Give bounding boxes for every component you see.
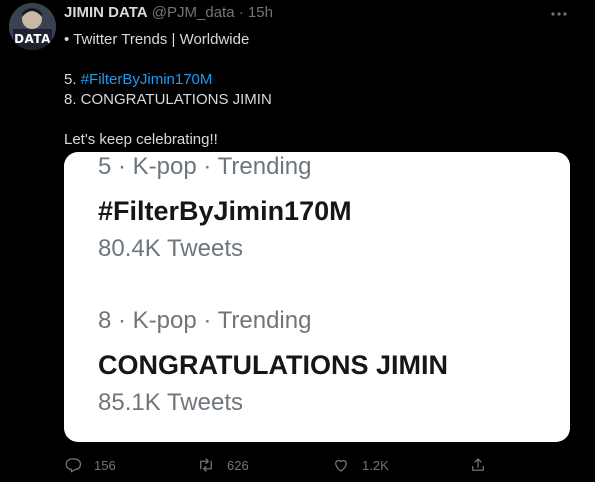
author-handle[interactable]: @PJM_data <box>152 4 235 21</box>
tweet-line-closing: Let's keep celebrating!! <box>64 131 218 148</box>
like-button[interactable]: 1.2K <box>332 455 389 475</box>
avatar[interactable]: DATA <box>9 3 56 50</box>
retweet-button[interactable]: 626 <box>197 455 249 475</box>
share-button[interactable] <box>469 455 487 475</box>
trend-name: CONGRATULATIONS JIMIN <box>98 350 448 380</box>
author-name[interactable]: JIMIN DATA <box>64 4 148 21</box>
more-icon <box>551 12 567 16</box>
like-count: 1.2K <box>362 457 389 473</box>
trend-name: #FilterByJimin170M <box>98 196 352 226</box>
trend-count: 80.4K Tweets <box>98 235 243 262</box>
retweet-count: 626 <box>227 457 249 473</box>
tweet-text: • Twitter Trends | Worldwide 5. #FilterB… <box>64 30 574 150</box>
tweet[interactable]: DATA JIMIN DATA @PJM_data · 15h • Twitte… <box>0 0 595 482</box>
retweet-icon <box>200 458 212 472</box>
reply-button[interactable]: 156 <box>64 455 116 475</box>
tweet-line-rank-8: 8. CONGRATULATIONS JIMIN <box>64 91 272 108</box>
trend-meta: 8 · K-pop · Trending <box>98 307 312 334</box>
tweet-media-image[interactable]: 5 · K-pop · Trending #FilterByJimin170M … <box>64 152 570 442</box>
tweet-actions: 156 626 1.2K <box>64 455 564 475</box>
tweet-line-trends: • Twitter Trends | Worldwide <box>64 31 250 48</box>
share-icon <box>472 458 484 471</box>
tweet-timestamp[interactable]: 15h <box>248 4 273 21</box>
trend-count: 85.1K Tweets <box>98 389 243 416</box>
avatar-logo-text: DATA <box>14 32 51 46</box>
hashtag-link[interactable]: #FilterByJimin170M <box>81 71 213 88</box>
tweet-header: JIMIN DATA @PJM_data · 15h <box>64 4 273 21</box>
reply-icon <box>65 458 82 473</box>
header-separator: · <box>238 4 244 21</box>
trend-meta: 5 · K-pop · Trending <box>98 153 312 180</box>
trend-item: 8 · K-pop · Trending CONGRATULATIONS JIM… <box>98 306 448 418</box>
more-options-button[interactable] <box>547 2 571 26</box>
trend-item: 5 · K-pop · Trending #FilterByJimin170M … <box>98 152 352 264</box>
reply-count: 156 <box>94 457 116 473</box>
tweet-line-rank-5: 5. #FilterByJimin170M <box>64 70 574 90</box>
like-icon <box>335 459 347 472</box>
rank-5-prefix: 5. <box>64 71 81 88</box>
